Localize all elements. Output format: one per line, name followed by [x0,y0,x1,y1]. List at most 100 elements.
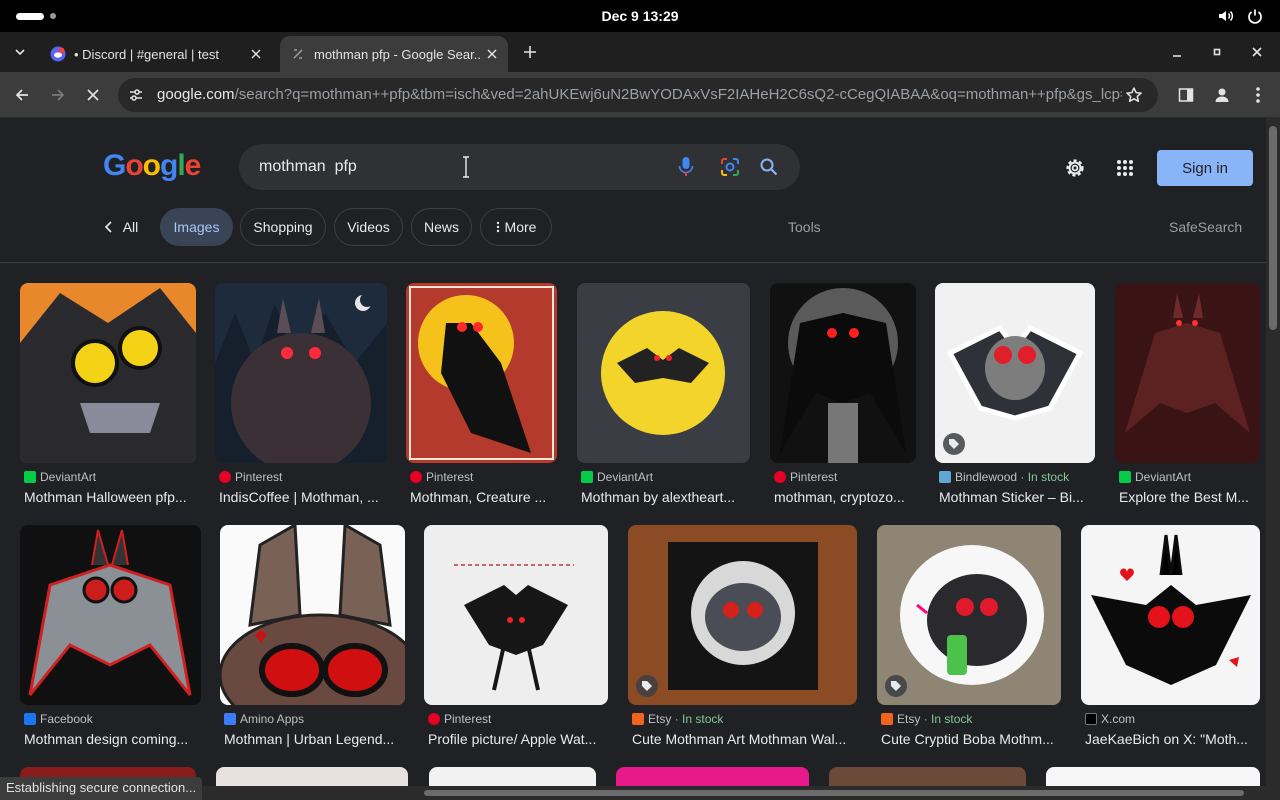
result-thumbnail[interactable] [406,283,557,463]
address-bar[interactable]: google.com/search?q=mothman++pfp&tbm=isc… [118,78,1158,112]
discord-favicon-icon [50,46,66,62]
result-title[interactable]: Mothman design coming... [24,731,201,747]
source-name: Pinterest [426,470,474,484]
result-thumbnail[interactable] [628,525,857,705]
voice-search-icon[interactable] [674,155,698,179]
result-source: Etsy · In stock [881,712,972,726]
result-title[interactable]: JaeKaeBich on X: "Moth... [1085,731,1260,747]
close-window-button[interactable] [1245,40,1269,64]
result-source: Pinterest [410,470,473,484]
tools-link[interactable]: Tools [788,219,821,235]
volume-icon[interactable] [1217,7,1235,25]
result-title[interactable]: IndisCoffee | Mothman, ... [219,489,387,505]
back-button[interactable] [6,79,38,111]
result-thumbnail[interactable] [577,283,750,463]
bookmark-star-icon[interactable] [1124,85,1144,105]
chip-all[interactable]: All [98,208,144,246]
close-tab-icon[interactable] [246,44,266,64]
result-source: DeviantArt [24,470,96,484]
activities-indicator[interactable] [16,13,44,20]
chip-more-label: More [504,219,537,235]
maximize-button[interactable] [1205,40,1229,64]
power-icon[interactable] [1246,7,1264,25]
close-tab-icon[interactable] [482,44,502,64]
chip-images[interactable]: Images [160,208,233,246]
chip-shopping[interactable]: Shopping [240,208,326,246]
url-host: google.com [157,86,235,103]
new-tab-button[interactable] [518,40,542,64]
tab-title: • Discord | #general | test [74,46,219,62]
profile-button[interactable] [1206,79,1238,111]
result-thumbnail[interactable] [770,283,916,463]
logo-letter: o [125,149,143,182]
scrollbar-thumb[interactable] [1269,126,1277,330]
result-thumbnail[interactable] [220,525,405,705]
result-title[interactable]: Mothman | Urban Legend... [224,731,405,747]
result-thumbnail[interactable] [935,283,1095,463]
chip-videos[interactable]: Videos [334,208,403,246]
source-name: DeviantArt [40,470,97,484]
chevron-down-icon [15,49,25,56]
result-title[interactable]: mothman, cryptozo... [774,489,916,505]
source-name: Etsy [648,712,672,726]
system-clock[interactable]: Dec 9 13:29 [540,8,740,24]
result-thumbnail[interactable] [20,525,201,705]
search-box[interactable]: mothman pfp [239,144,800,190]
source-name: Bindlewood [955,470,1018,484]
person-icon [1215,88,1229,102]
result-title[interactable]: Mothman Sticker – Bi... [939,489,1095,505]
logo-letter: g [160,149,178,182]
result-title[interactable]: Mothman Halloween pfp... [24,489,196,505]
result-thumbnail[interactable] [424,525,608,705]
minimize-button[interactable] [1165,40,1189,64]
chip-more[interactable]: More [480,208,552,246]
plus-icon [524,46,536,58]
google-logo[interactable]: Google [103,149,201,183]
maximize-icon [1213,48,1221,56]
safesearch-link[interactable]: SafeSearch [1169,219,1242,235]
source-name: X.com [1101,712,1136,726]
result-thumbnail[interactable] [1081,525,1260,705]
result-title[interactable]: Mothman, Creature ... [410,489,557,505]
source-name: Pinterest [444,712,492,726]
result-thumbnail[interactable] [877,525,1061,705]
arrow-right-icon [52,89,65,101]
sign-in-button[interactable]: Sign in [1157,150,1253,186]
url-text[interactable]: google.com/search?q=mothman++pfp&tbm=isc… [157,86,1122,103]
settings-gear-icon[interactable] [1062,155,1088,181]
lens-search-icon[interactable] [718,155,742,179]
shopping-tag-icon [636,675,658,697]
stop-loading-button[interactable] [77,79,109,111]
result-source: Etsy · In stock [632,712,723,726]
google-apps-icon[interactable] [1112,155,1138,181]
deviantart-icon [24,471,36,483]
amino-icon [224,713,236,725]
tab-google-images[interactable]: mothman pfp - Google Sear... [280,36,508,72]
search-input[interactable]: mothman pfp [259,158,357,176]
result-thumbnail[interactable] [20,283,196,463]
etsy-icon [632,713,644,725]
tab-search-button[interactable] [8,40,32,64]
chip-all-label: All [122,219,139,235]
side-panel-button[interactable] [1170,79,1202,111]
scrollbar-thumb[interactable] [424,790,1244,796]
result-thumbnail[interactable] [215,283,387,463]
in-stock-label: · In stock [674,712,724,726]
result-title[interactable]: Cute Cryptid Boba Mothm... [881,731,1061,747]
chip-news[interactable]: News [411,208,472,246]
tab-discord[interactable]: • Discord | #general | test [40,36,272,72]
result-title[interactable]: Profile picture/ Apple Wat... [428,731,608,747]
forward-button[interactable] [42,79,74,111]
site-info-icon[interactable] [128,87,144,103]
result-title[interactable]: Mothman by alextheart... [581,489,750,505]
result-thumbnail[interactable] [1115,283,1260,463]
pinterest-icon [428,713,440,725]
logo-letter: G [103,149,126,182]
shopping-tag-icon [943,433,965,455]
vertical-scrollbar[interactable] [1266,118,1280,800]
chrome-menu-button[interactable] [1242,79,1274,111]
result-title[interactable]: Cute Mothman Art Mothman Wal... [632,731,857,747]
search-icon[interactable] [757,155,781,179]
result-title[interactable]: Explore the Best M... [1119,489,1260,505]
x-icon [1085,713,1097,725]
